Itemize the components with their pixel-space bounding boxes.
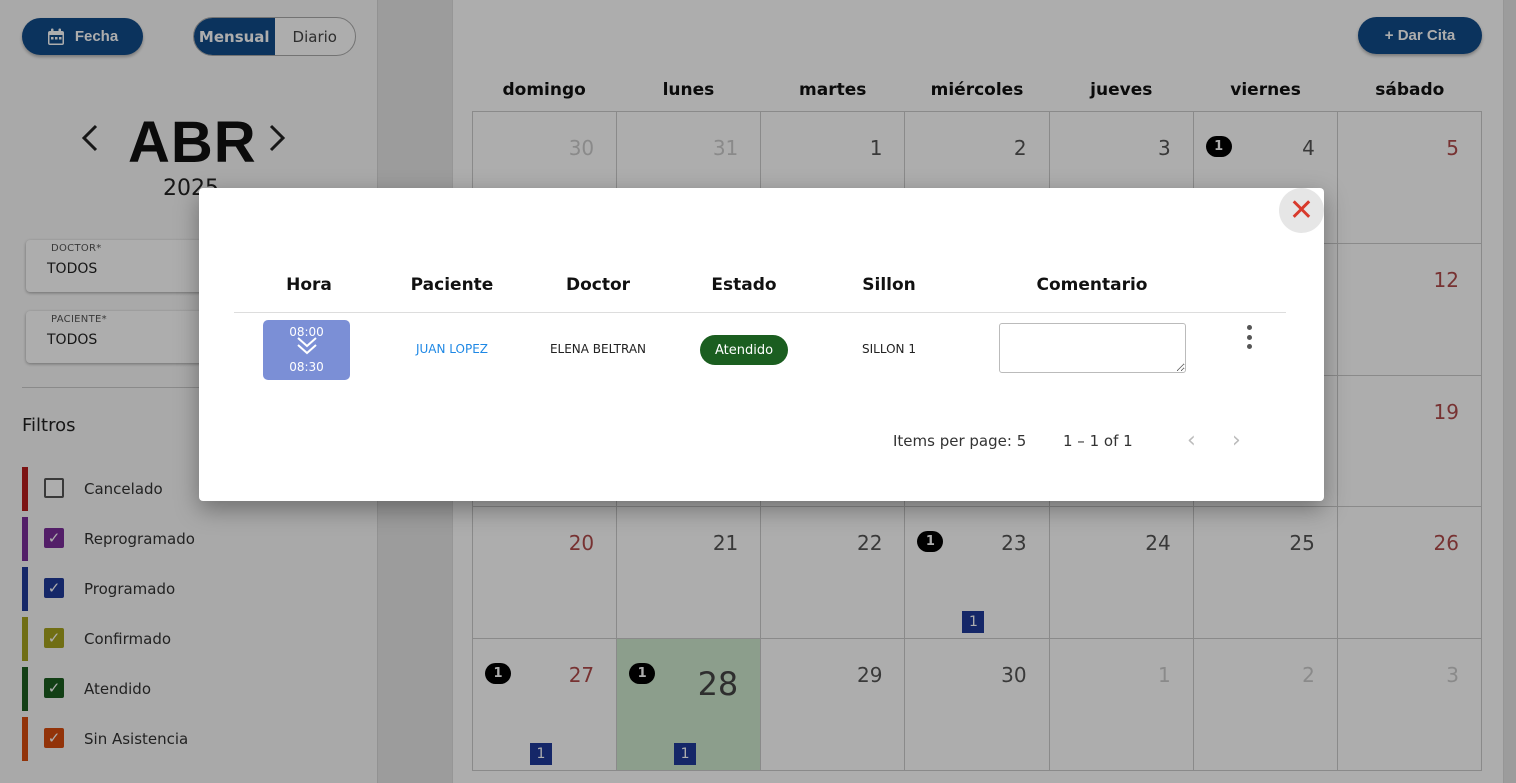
- items-per-page[interactable]: Items per page: 5: [893, 432, 1026, 450]
- close-icon[interactable]: ✕: [1279, 188, 1324, 233]
- table-header: Hora Paciente Doctor Estado Sillon Comen…: [234, 275, 1286, 313]
- header-paciente: Paciente: [410, 275, 494, 295]
- header-estado: Estado: [711, 275, 777, 295]
- header-comentario: Comentario: [1036, 275, 1148, 295]
- patient-link[interactable]: JUAN LOPEZ: [416, 342, 488, 356]
- pagination-range: 1 – 1 of 1: [1063, 432, 1133, 450]
- doctor-name: ELENA BELTRAN: [549, 342, 647, 356]
- prev-page-icon[interactable]: ‹: [1187, 428, 1196, 453]
- double-chevron-down-icon: [263, 336, 350, 360]
- more-vert-icon[interactable]: [1240, 323, 1258, 351]
- appointments-modal: ✕ Hora Paciente Doctor Estado Sillon Com…: [199, 188, 1324, 501]
- status-badge: Atendido: [700, 335, 788, 365]
- time-range-block[interactable]: 08:00 08:30: [263, 320, 350, 380]
- header-hora: Hora: [286, 275, 332, 295]
- sillon-name: SILLON 1: [862, 342, 916, 356]
- end-time: 08:30: [289, 360, 324, 374]
- table-row: 08:00 08:30 JUAN LOPEZ ELENA BELTRAN Ate…: [234, 313, 1286, 388]
- header-sillon: Sillon: [862, 275, 916, 295]
- comment-textarea[interactable]: [999, 323, 1186, 373]
- header-doctor: Doctor: [565, 275, 631, 295]
- next-page-icon[interactable]: ›: [1232, 428, 1241, 453]
